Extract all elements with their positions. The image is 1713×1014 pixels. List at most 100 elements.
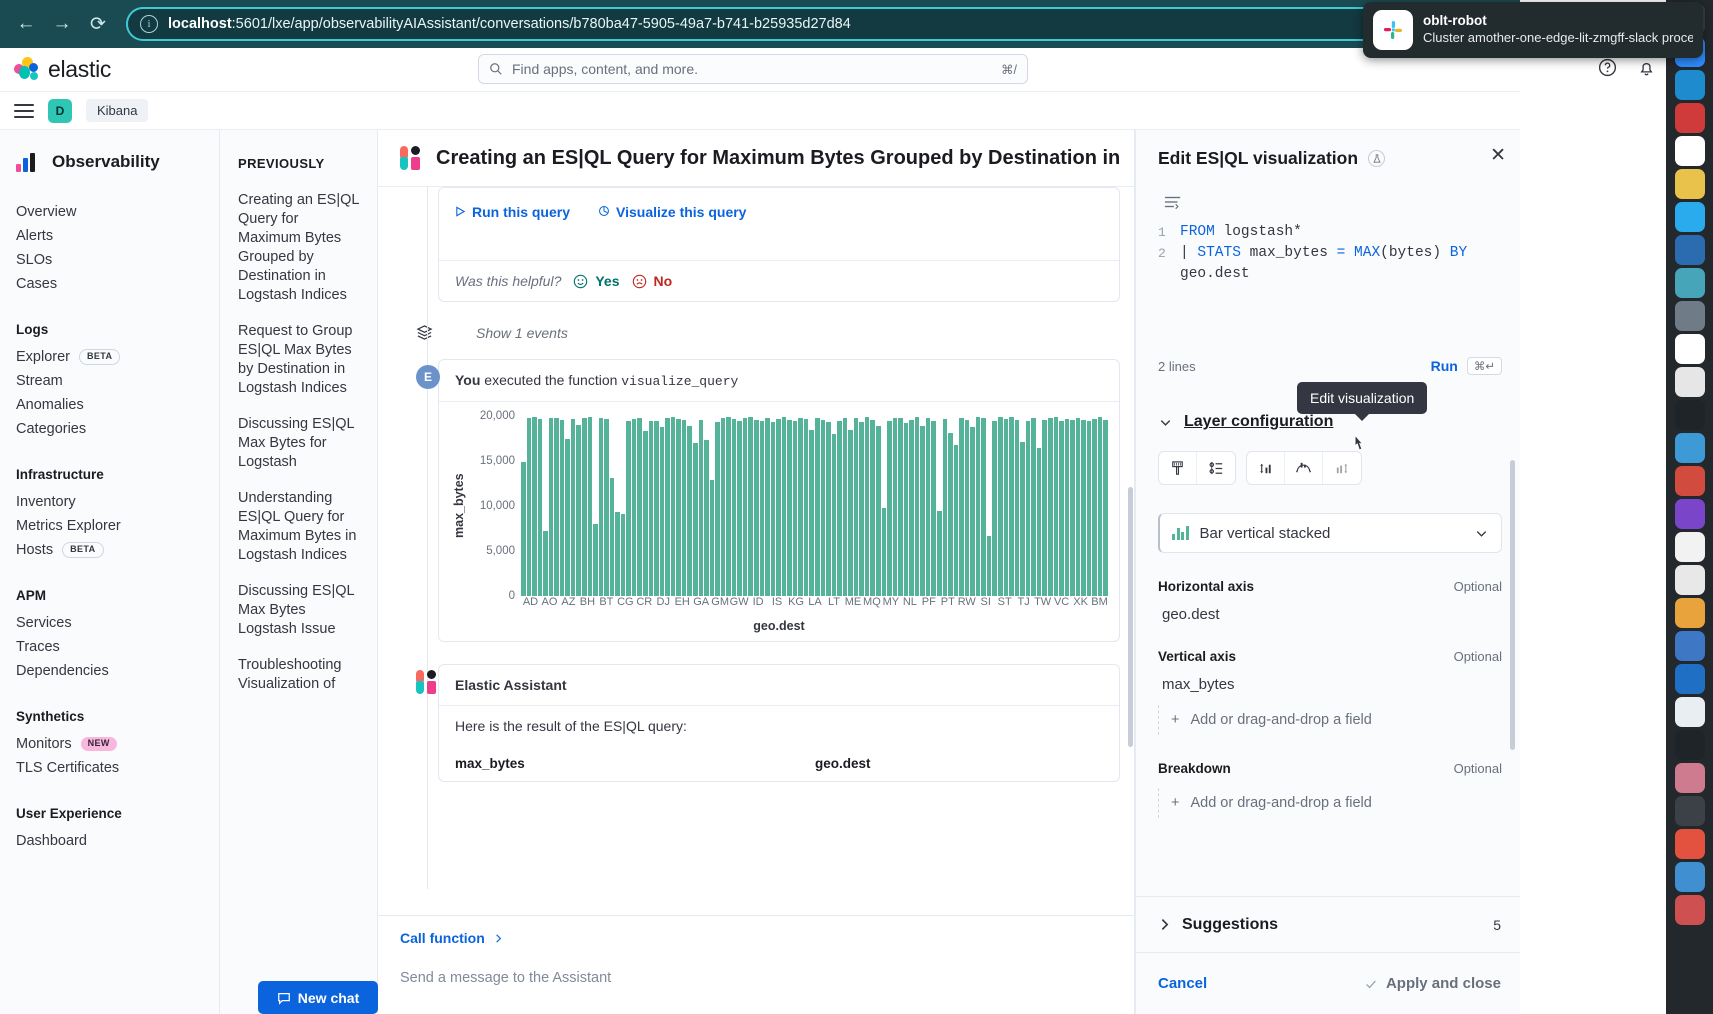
chart-bar[interactable] <box>887 421 892 597</box>
conversation-list-item[interactable]: Discussing ES|QL Max Bytes for Logstash <box>238 415 359 472</box>
vertical-axis-icon[interactable] <box>1247 452 1285 484</box>
chart-bar[interactable] <box>732 419 737 596</box>
chart-bar[interactable] <box>1048 418 1053 596</box>
chart-bar[interactable] <box>970 427 975 596</box>
chart-bar[interactable] <box>1031 418 1036 596</box>
chart-bar[interactable] <box>760 421 765 597</box>
chart-bar[interactable] <box>909 420 914 596</box>
chart-bar[interactable] <box>665 418 670 596</box>
gallery-icon[interactable] <box>1675 763 1705 793</box>
chart-bar[interactable] <box>710 480 715 596</box>
chart-bar[interactable] <box>765 418 770 596</box>
sidebar-item-anomalies[interactable]: Anomalies <box>16 393 219 417</box>
chart-bar[interactable] <box>920 426 925 596</box>
chart-bar[interactable] <box>615 512 620 596</box>
chart-bar[interactable] <box>1065 419 1070 596</box>
horizontal-axis-icon[interactable] <box>1285 452 1323 484</box>
chart-bar[interactable] <box>776 419 781 596</box>
chart-bar[interactable] <box>976 417 981 596</box>
bell-icon[interactable] <box>1636 57 1657 78</box>
settings-icon[interactable] <box>1675 301 1705 331</box>
chart-bar[interactable] <box>582 418 587 596</box>
chart-bar[interactable] <box>682 420 687 596</box>
field-value[interactable]: geo.dest <box>1162 606 1502 623</box>
chart-bar[interactable] <box>704 440 709 596</box>
sidebar-item-categories[interactable]: Categories <box>16 417 219 441</box>
chart-bar[interactable] <box>599 418 604 596</box>
chart-bar[interactable] <box>743 418 748 596</box>
chart-bar[interactable] <box>604 419 609 596</box>
vector-icon[interactable] <box>1675 565 1705 595</box>
sidebar-item-dashboard[interactable]: Dashboard <box>16 829 219 853</box>
chart-bar[interactable] <box>527 418 532 596</box>
chart-bar[interactable] <box>948 433 953 596</box>
sidebar-item-stream[interactable]: Stream <box>16 369 219 393</box>
events-row[interactable]: Show 1 events <box>416 324 1134 341</box>
puzzle-icon[interactable] <box>1675 664 1705 694</box>
chart-bar[interactable] <box>1059 421 1064 597</box>
terminal-icon[interactable] <box>1675 400 1705 430</box>
chart-bar[interactable] <box>815 418 820 596</box>
global-search-input[interactable]: Find apps, content, and more. ⌘/ <box>478 54 1028 84</box>
visualize-query-button[interactable]: Visualize this query <box>598 204 746 220</box>
chart-bar[interactable] <box>1015 420 1020 596</box>
chart-bar[interactable] <box>826 422 831 596</box>
address-bar[interactable]: i localhost:5601/lxe/app/observabilityAI… <box>126 7 1510 41</box>
chart-bar[interactable] <box>943 419 948 596</box>
chart-bar[interactable] <box>981 418 986 596</box>
chart-bar[interactable] <box>693 443 698 596</box>
chart-bar[interactable] <box>787 420 792 596</box>
appearance-icon[interactable] <box>1159 452 1197 484</box>
chart-bar[interactable] <box>809 430 814 597</box>
disc-icon[interactable] <box>1675 796 1705 826</box>
chart-bar[interactable] <box>1081 420 1086 596</box>
chart-bar[interactable] <box>532 417 537 596</box>
close-icon[interactable]: ✕ <box>1490 144 1506 167</box>
chart-bar[interactable] <box>998 417 1003 596</box>
chat-scroll-area[interactable]: Run this query Visualize this query Was … <box>378 187 1134 889</box>
music-icon[interactable] <box>1675 466 1705 496</box>
photos-icon[interactable] <box>1675 268 1705 298</box>
chart-bar[interactable] <box>726 417 731 596</box>
conversation-list-item[interactable]: Understanding ES|QL Query for Maximum By… <box>238 489 359 565</box>
sidebar-item-alerts[interactable]: Alerts <box>16 224 219 248</box>
chart-bar[interactable] <box>637 418 642 596</box>
chart-bar[interactable] <box>699 420 704 596</box>
feedback-yes-button[interactable]: Yes <box>573 273 619 289</box>
console-icon[interactable] <box>1675 730 1705 760</box>
chart-bar[interactable] <box>893 418 898 596</box>
chart-bar[interactable] <box>848 430 853 596</box>
chart-bar[interactable] <box>543 531 548 596</box>
apply-and-close-button[interactable]: Apply and close <box>1364 975 1501 992</box>
chart-bar[interactable] <box>721 418 726 596</box>
chart-bar[interactable] <box>898 418 903 596</box>
sidebar-item-services[interactable]: Services <box>16 611 219 635</box>
chart-bar[interactable] <box>771 422 776 596</box>
breadcrumb-item-kibana[interactable]: Kibana <box>86 99 148 122</box>
android-icon[interactable] <box>1675 697 1705 727</box>
podcast-icon[interactable] <box>1675 499 1705 529</box>
chart-bar[interactable] <box>715 422 720 596</box>
chart-bar[interactable] <box>1103 420 1108 596</box>
chat-scrollbar[interactable] <box>1128 487 1133 747</box>
chart-bar[interactable] <box>1009 417 1014 596</box>
chart-bar[interactable] <box>610 478 615 596</box>
forward-icon[interactable]: → <box>46 8 78 40</box>
run-query-button[interactable]: Run this query <box>455 204 570 220</box>
chart-bar[interactable] <box>1070 420 1075 596</box>
chart-bar[interactable] <box>1026 421 1031 596</box>
hamburger-icon[interactable] <box>14 104 34 118</box>
draw-icon[interactable] <box>1675 598 1705 628</box>
chart-bar[interactable] <box>660 427 665 596</box>
telegram-icon[interactable] <box>1675 202 1705 232</box>
flower-icon[interactable] <box>1675 895 1705 925</box>
bars-icon[interactable] <box>1675 631 1705 661</box>
sidebar-item-hosts[interactable]: HostsBETA <box>16 538 219 562</box>
chart-bar[interactable] <box>832 434 837 596</box>
sidebar-item-traces[interactable]: Traces <box>16 635 219 659</box>
chart-bar[interactable] <box>676 419 681 596</box>
chart-bar[interactable] <box>649 421 654 596</box>
field-value[interactable]: max_bytes <box>1162 676 1502 693</box>
chart-bar[interactable] <box>1098 417 1103 596</box>
chart-bar[interactable] <box>571 419 576 596</box>
